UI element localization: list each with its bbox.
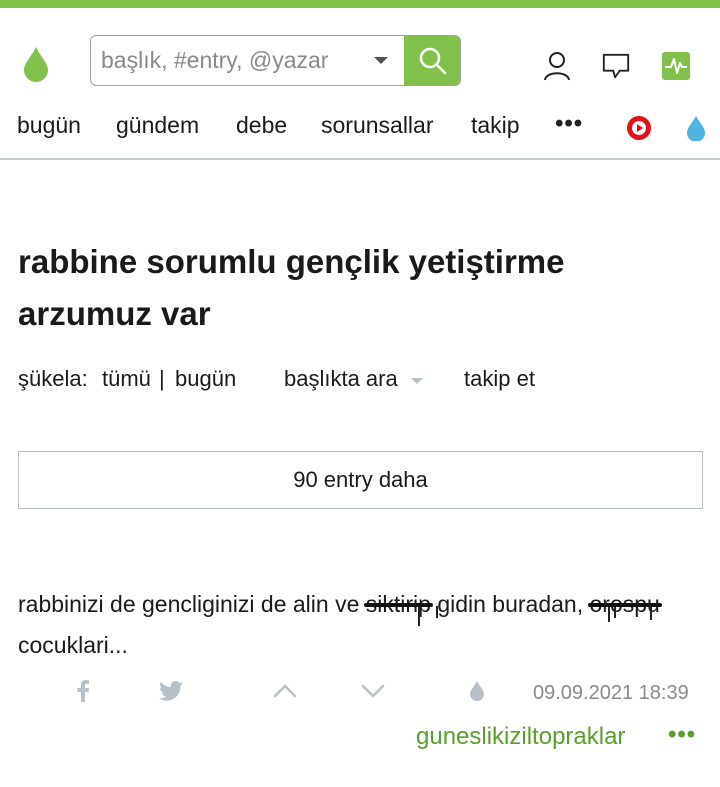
top-accent-bar <box>0 0 720 8</box>
entry-text-part: gidin buradan, <box>430 591 590 617</box>
nav-more-button[interactable]: ••• <box>555 110 583 138</box>
censor-drip <box>613 606 616 618</box>
activity-button[interactable] <box>661 51 691 81</box>
drop-logo-icon[interactable] <box>22 46 50 82</box>
censor-drip <box>417 606 420 626</box>
search-box[interactable] <box>90 35 461 86</box>
nav-item-bugun[interactable]: bugün <box>17 112 81 139</box>
twitter-icon <box>159 681 183 701</box>
search-in-topic-link[interactable]: başlıkta ara <box>284 366 398 392</box>
messages-button[interactable] <box>601 51 631 81</box>
censor-drip <box>649 606 652 620</box>
search-dropdown-caret[interactable] <box>374 57 388 64</box>
entry-date[interactable]: 09.09.2021 18:39 <box>533 682 689 705</box>
entry-content: rabbinizi de gencliginizi de alin ve sik… <box>18 584 698 666</box>
follow-topic-link[interactable]: takip et <box>464 366 535 392</box>
nav-item-takip[interactable]: takip <box>471 112 520 139</box>
activity-icon <box>662 52 690 80</box>
chevron-down-icon <box>361 684 385 698</box>
entry-author[interactable]: guneslikiziltopraklar <box>416 723 625 751</box>
nav-item-gundem[interactable]: gündem <box>116 112 199 139</box>
censored-word: siktirip <box>365 584 438 626</box>
filter-today-link[interactable]: bugün <box>175 366 236 392</box>
topic-title[interactable]: rabbine sorumlu gençlik yetiştirme arzum… <box>18 236 678 340</box>
upvote-button[interactable] <box>272 678 298 704</box>
entry-footer: 09.09.2021 18:39 <box>0 670 720 710</box>
share-facebook-button[interactable] <box>70 678 96 704</box>
censor-drip <box>435 606 438 618</box>
more-entries-label: 90 entry daha <box>293 467 428 492</box>
chevron-up-icon <box>273 684 297 698</box>
filter-separator: | <box>159 366 165 391</box>
speech-bubble-icon <box>602 53 630 79</box>
search-button[interactable] <box>404 36 460 85</box>
favorite-button[interactable] <box>464 678 490 704</box>
filter-all-link[interactable]: tümü <box>102 366 151 392</box>
site-header: bugün gündem debe sorunsallar takip ••• <box>0 8 720 160</box>
search-input[interactable] <box>91 36 391 84</box>
search-icon <box>419 47 447 74</box>
main-nav: bugün gündem debe sorunsallar takip ••• <box>0 108 720 148</box>
share-twitter-button[interactable] <box>158 678 184 704</box>
chevron-down-icon[interactable] <box>411 378 423 384</box>
more-entries-button[interactable]: 90 entry daha <box>18 451 703 509</box>
drop-favorite-icon <box>470 681 484 701</box>
profile-button[interactable] <box>542 51 572 81</box>
drop-icon[interactable] <box>683 115 709 141</box>
nav-item-sorunsallar[interactable]: sorunsallar <box>321 112 434 139</box>
entry-more-button[interactable]: ••• <box>668 721 696 749</box>
censored-word: orospu <box>590 584 660 625</box>
censor-drip <box>607 606 610 622</box>
entry-text-part: cocuklari... <box>18 632 128 658</box>
nav-item-debe[interactable]: debe <box>236 112 287 139</box>
entry-text-part: rabbinizi de gencliginizi de alin ve <box>18 591 366 617</box>
facebook-icon <box>77 680 89 702</box>
downvote-button[interactable] <box>360 678 386 704</box>
user-icon <box>544 52 570 81</box>
censored-word-text: siktirip <box>365 591 431 617</box>
play-circle-icon[interactable] <box>626 115 652 141</box>
sukela-label: şükela: <box>18 366 88 391</box>
